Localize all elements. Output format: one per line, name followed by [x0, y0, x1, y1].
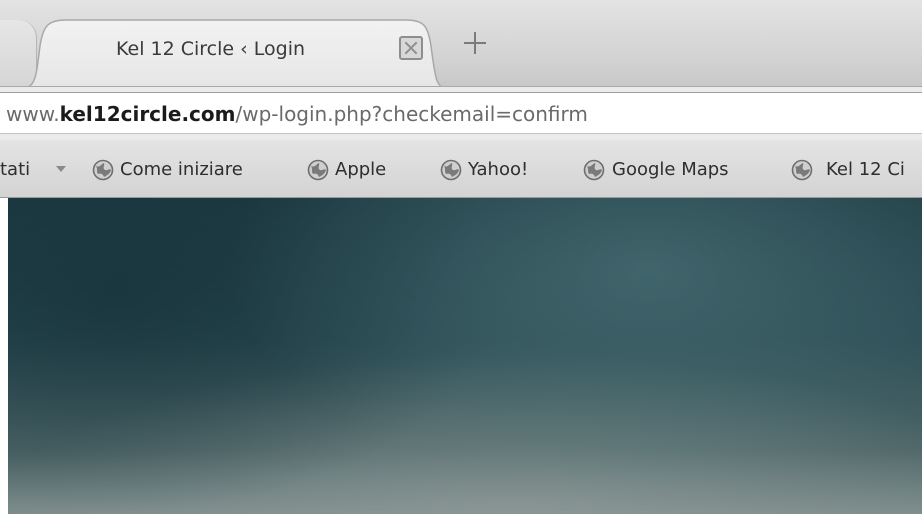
globe-icon	[791, 159, 813, 181]
tab-strip: Kel 12 Circle ‹ Login	[0, 0, 922, 88]
chevron-down-icon[interactable]	[56, 166, 66, 172]
url-prefix: www.	[6, 102, 60, 126]
bookmark-yahoo[interactable]: Yahoo!	[468, 159, 528, 180]
url-domain: kel12circle.com	[59, 102, 236, 126]
globe-icon	[583, 159, 605, 181]
bookmark-google-maps[interactable]: Google Maps	[612, 159, 729, 180]
globe-icon	[440, 159, 462, 181]
globe-icon	[307, 159, 329, 181]
address-bar: www.kel12circle.com/wp-login.php?checkem…	[0, 86, 922, 140]
browser-window: Kel 12 Circle ‹ Login www.kel12circle.co…	[0, 0, 922, 514]
url-text: www.kel12circle.com/wp-login.php?checkem…	[6, 102, 588, 126]
bookmark-kel-12-circle[interactable]: Kel 12 Ci	[826, 159, 905, 180]
url-path: /wp-login.php?checkemail=confirm	[235, 102, 588, 126]
url-input[interactable]: www.kel12circle.com/wp-login.php?checkem…	[0, 92, 922, 134]
bookmark-apple[interactable]: Apple	[335, 159, 386, 180]
globe-icon	[92, 159, 114, 181]
close-box-icon[interactable]	[399, 36, 423, 60]
bookmark-come-iniziare[interactable]: Come iniziare	[120, 159, 243, 180]
bookmark-folder-label[interactable]: tati	[0, 159, 30, 180]
page-background	[8, 198, 922, 514]
tab-active[interactable]: Kel 12 Circle ‹ Login	[22, 16, 446, 88]
window-edge	[0, 198, 8, 514]
plus-icon[interactable]	[462, 30, 488, 56]
tab-title: Kel 12 Circle ‹ Login	[116, 38, 306, 60]
bookmarks-bar: tati Come iniziare Apple Yahoo! Google M…	[0, 140, 922, 198]
